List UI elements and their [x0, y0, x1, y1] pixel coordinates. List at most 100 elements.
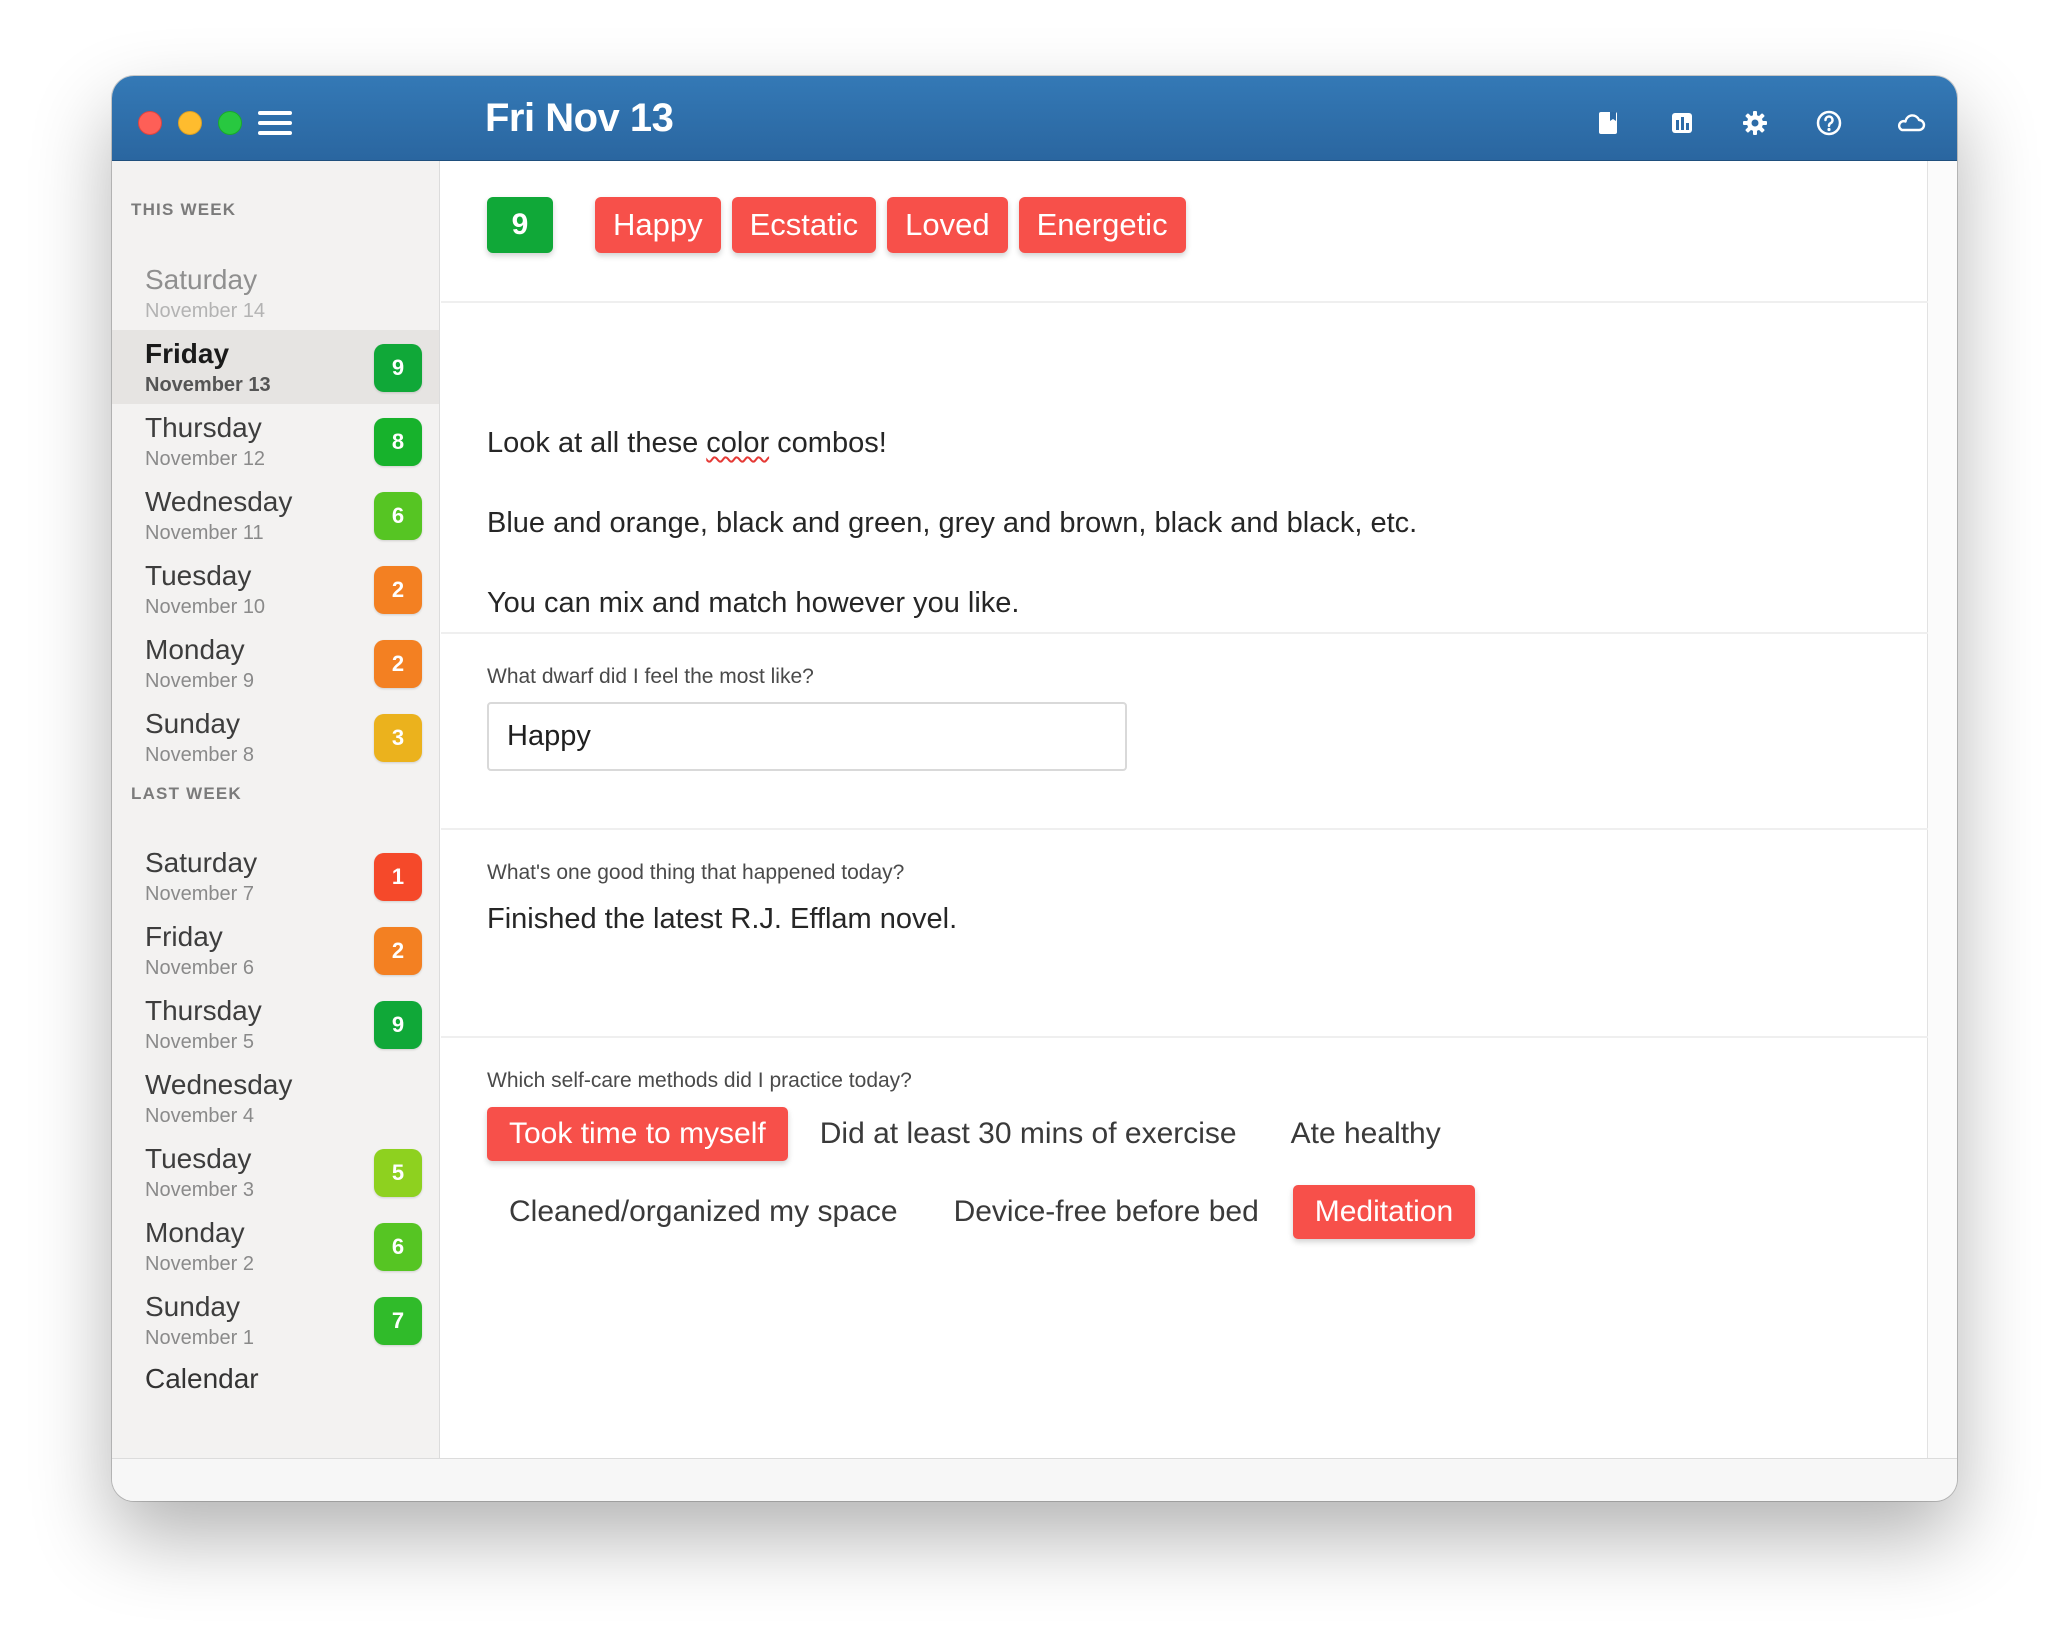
day-date: November 14 [145, 300, 266, 322]
mood-tags: Happy Ecstatic Loved Energetic [595, 197, 1186, 253]
sidebar-day-item[interactable]: Friday November 13 9 [112, 330, 439, 404]
sidebar-day-item[interactable]: Thursday November 5 9 [112, 987, 439, 1061]
day-date: November 8 [145, 744, 254, 766]
divider [441, 1036, 1928, 1038]
score-badge: 7 [374, 1297, 422, 1345]
score-badge: 9 [374, 1001, 422, 1049]
sidebar-day-item[interactable]: Monday November 2 6 [112, 1209, 439, 1283]
note-line[interactable]: Blue and orange, black and green, grey a… [487, 507, 1417, 540]
entry-panel: 9 Happy Ecstatic Loved Energetic Look at… [441, 161, 1928, 1458]
sidebar-day-item[interactable]: Thursday November 12 8 [112, 404, 439, 478]
close-window-button[interactable] [138, 111, 162, 135]
sidebar-day-item[interactable]: Tuesday November 10 2 [112, 552, 439, 626]
day-date: November 5 [145, 1031, 254, 1053]
calendar-link[interactable]: Calendar [145, 1363, 259, 1395]
day-date: November 7 [145, 883, 254, 905]
section-label-last-week: LAST WEEK [131, 784, 242, 803]
gear-icon[interactable] [1736, 104, 1774, 142]
score-badge: 5 [374, 1149, 422, 1197]
question-label: What dwarf did I feel the most like? [487, 665, 814, 688]
day-name: Wednesday [145, 486, 293, 517]
zoom-window-button[interactable] [218, 111, 242, 135]
stats-icon[interactable] [1663, 104, 1701, 142]
mood-tag[interactable]: Happy [595, 197, 721, 253]
score-badge: 9 [374, 344, 422, 392]
day-date: November 9 [145, 670, 254, 692]
self-care-option[interactable]: Ate healthy [1269, 1107, 1463, 1161]
self-care-option[interactable]: Took time to myself [487, 1107, 788, 1161]
app-window: Fri Nov 13 THIS WEEK Saturday November 14… [112, 76, 1957, 1501]
day-name: Friday [145, 338, 230, 369]
score-badge: 6 [374, 492, 422, 540]
cloud-icon[interactable] [1891, 104, 1929, 142]
mood-tag[interactable]: Ecstatic [731, 197, 877, 253]
self-care-options-row: Took time to myself Did at least 30 mins… [487, 1107, 1463, 1161]
score-badge: 8 [374, 418, 422, 466]
menu-icon[interactable] [258, 109, 292, 137]
divider [441, 301, 1928, 303]
good-thing-answer[interactable]: Finished the latest R.J. Efflam novel. [487, 903, 957, 936]
sidebar-day-item[interactable]: Saturday November 7 1 [112, 839, 439, 913]
journal-icon[interactable] [1589, 104, 1627, 142]
score-badge: 2 [374, 566, 422, 614]
divider [441, 632, 1928, 634]
day-name: Wednesday [145, 1069, 293, 1100]
misspelled-word: color [706, 427, 770, 459]
section-label-this-week: THIS WEEK [131, 200, 237, 219]
day-date: November 2 [145, 1253, 254, 1275]
day-name: Saturday [145, 264, 258, 295]
help-icon[interactable] [1810, 104, 1848, 142]
score-badge: 6 [374, 1223, 422, 1271]
self-care-options-row: Cleaned/organized my space Device-free b… [487, 1185, 1476, 1239]
mood-tag[interactable]: Loved [887, 197, 1008, 253]
score-badge: 2 [374, 927, 422, 975]
divider [441, 828, 1928, 830]
sidebar-day-item[interactable]: Sunday November 1 7 [112, 1283, 439, 1357]
day-name: Sunday [145, 708, 240, 739]
day-name: Thursday [145, 995, 262, 1026]
day-date: November 4 [145, 1105, 254, 1127]
self-care-option[interactable]: Meditation [1292, 1185, 1476, 1239]
score-badge: 2 [374, 640, 422, 688]
scrollbar-track[interactable] [1928, 161, 1957, 1458]
dwarf-answer-field[interactable] [487, 702, 1127, 771]
sidebar-day-item[interactable]: Wednesday November 4 [112, 1061, 439, 1135]
score-badge: 1 [374, 853, 422, 901]
day-name: Monday [145, 1217, 245, 1248]
day-date: November 3 [145, 1179, 254, 1201]
sidebar: THIS WEEK Saturday November 14 Friday Novem… [112, 161, 440, 1458]
day-date: November 12 [145, 448, 266, 470]
sidebar-day-item[interactable]: Friday November 6 2 [112, 913, 439, 987]
day-date: November 10 [145, 596, 266, 618]
sidebar-day-item[interactable]: Sunday November 8 3 [112, 700, 439, 774]
day-name: Monday [145, 634, 245, 665]
sidebar-day-item[interactable]: Tuesday November 3 5 [112, 1135, 439, 1209]
mood-tag[interactable]: Energetic [1018, 197, 1186, 253]
page-title: Fri Nov 13 [485, 96, 674, 140]
score-badge[interactable]: 9 [487, 197, 553, 253]
day-name: Sunday [145, 1291, 240, 1322]
day-name: Saturday [145, 847, 258, 878]
question-label: What's one good thing that happened toda… [487, 861, 905, 884]
day-name: Tuesday [145, 560, 252, 591]
sidebar-day-item[interactable]: Saturday November 14 [112, 256, 439, 330]
self-care-option[interactable]: Device-free before bed [932, 1185, 1281, 1239]
sidebar-day-item[interactable]: Monday November 9 2 [112, 626, 439, 700]
title-bar: Fri Nov 13 [112, 76, 1957, 161]
day-date: November 6 [145, 957, 254, 979]
day-date: November 1 [145, 1327, 254, 1349]
note-line[interactable]: You can mix and match however you like. [487, 587, 1020, 620]
self-care-option[interactable]: Did at least 30 mins of exercise [798, 1107, 1259, 1161]
minimize-window-button[interactable] [178, 111, 202, 135]
day-date: November 13 [145, 374, 271, 396]
day-name: Tuesday [145, 1143, 252, 1174]
bottom-bar [112, 1458, 1957, 1501]
score-badge: 3 [374, 714, 422, 762]
self-care-option[interactable]: Cleaned/organized my space [487, 1185, 920, 1239]
note-line[interactable]: Look at all these color combos! [487, 427, 887, 460]
question-label: Which self-care methods did I practice t… [487, 1069, 912, 1092]
sidebar-day-item[interactable]: Wednesday November 11 6 [112, 478, 439, 552]
day-name: Thursday [145, 412, 262, 443]
day-name: Friday [145, 921, 223, 952]
day-date: November 11 [145, 522, 264, 544]
